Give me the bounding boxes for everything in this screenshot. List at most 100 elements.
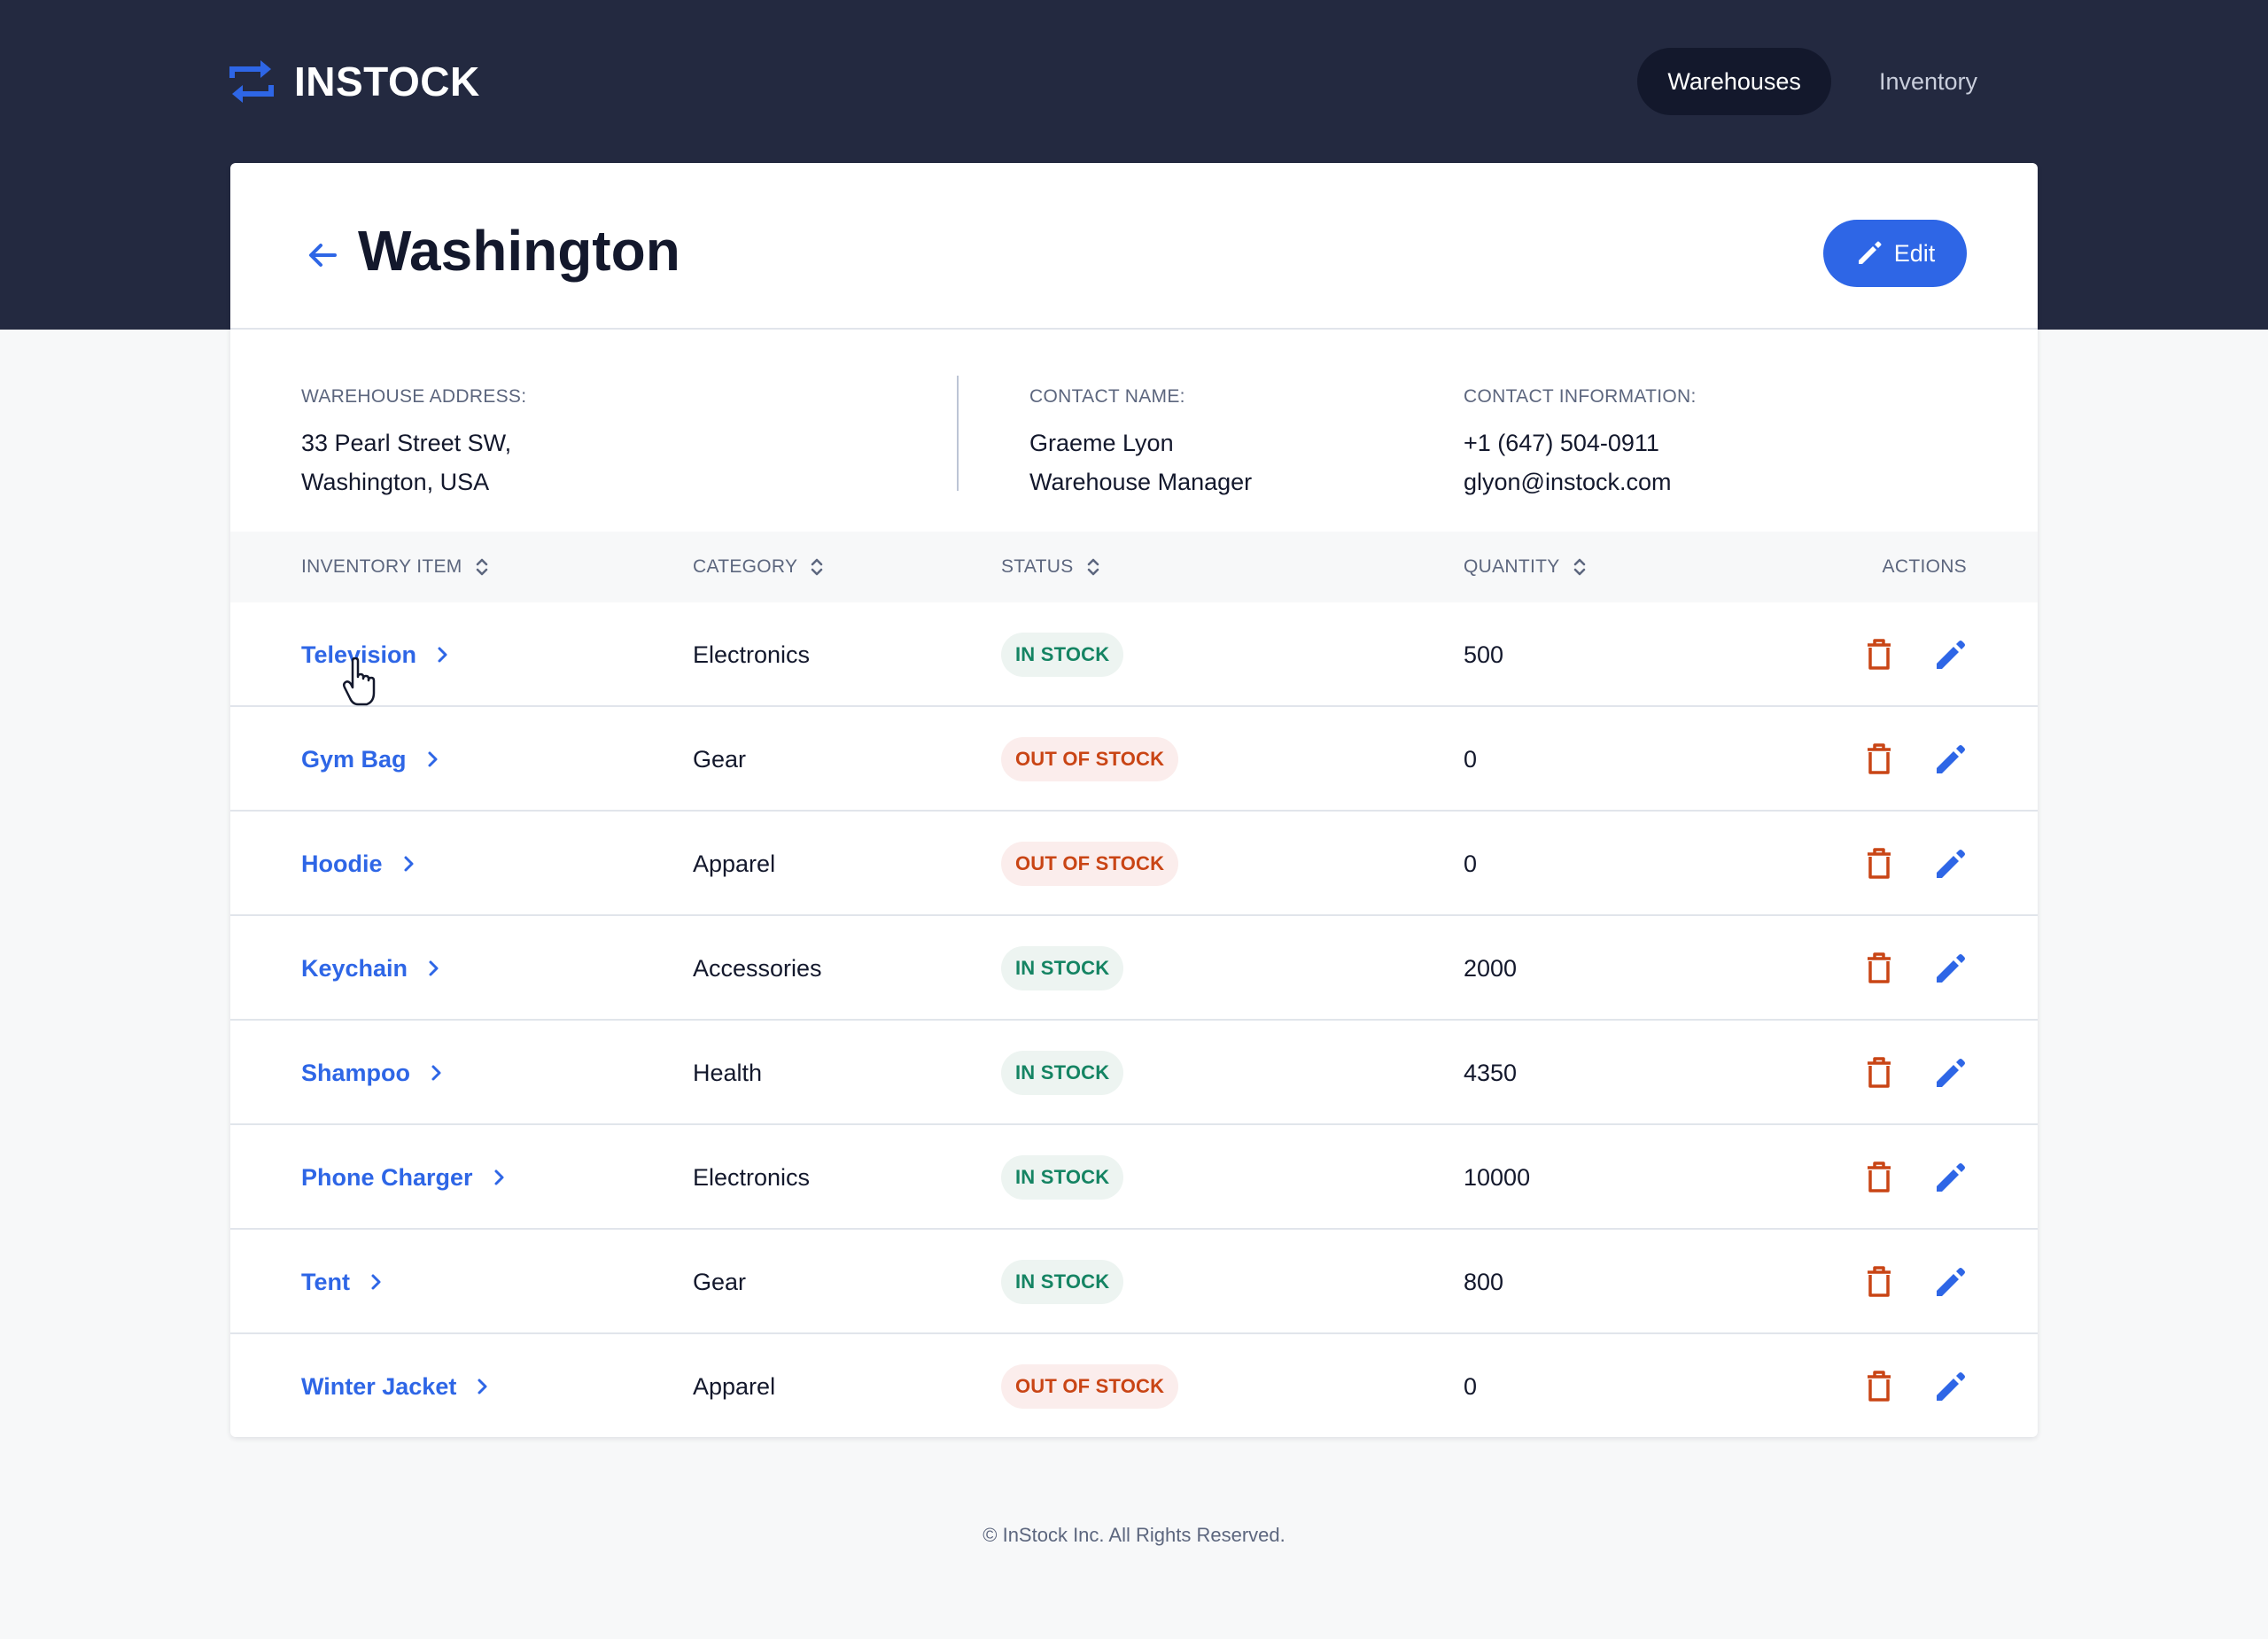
address-line-1: 33 Pearl Street SW, [301, 430, 512, 456]
trash-icon[interactable] [1862, 637, 1896, 672]
pencil-icon[interactable] [1933, 742, 1967, 777]
header-actions-label: ACTIONS [1882, 556, 1967, 577]
chevron-right-icon [428, 751, 438, 767]
inventory-item-name: Phone Charger [301, 1163, 473, 1191]
pencil-icon[interactable] [1933, 1264, 1967, 1300]
logo-text: INSTOCK [294, 58, 480, 105]
row-actions [1862, 602, 1967, 707]
header-inventory-item-label: INVENTORY ITEM [301, 556, 462, 577]
edit-button[interactable]: Edit [1823, 220, 1967, 287]
trash-icon[interactable] [1862, 742, 1896, 777]
inventory-item-link[interactable]: Hoodie [301, 812, 418, 916]
trash-icon[interactable] [1862, 846, 1896, 882]
inventory-item-link[interactable]: Shampoo [301, 1021, 446, 1125]
warehouse-details: WAREHOUSE ADDRESS: 33 Pearl Street SW, W… [230, 330, 2038, 532]
table-row: Hoodie Apparel OUT OF STOCK 0 [230, 812, 2038, 916]
status-badge: IN STOCK [1001, 1155, 1124, 1200]
header-category-label: CATEGORY [693, 556, 798, 577]
contact-name: Graeme Lyon [1029, 430, 1174, 456]
status-cell: OUT OF STOCK [1001, 812, 1179, 916]
contact-position: Warehouse Manager [1029, 469, 1253, 495]
chevron-right-icon [404, 856, 413, 872]
sort-icon [476, 558, 487, 576]
header-actions: ACTIONS [1883, 556, 1967, 578]
quantity-cell: 4350 [1464, 1059, 1518, 1086]
status-cell: IN STOCK [1001, 1021, 1124, 1125]
pencil-icon[interactable] [1933, 846, 1967, 882]
category-cell: Accessories [693, 954, 822, 982]
status-badge: IN STOCK [1001, 633, 1124, 677]
header-status[interactable]: STATUS [1001, 556, 1100, 578]
status-badge: IN STOCK [1001, 1051, 1124, 1095]
pencil-icon [1858, 241, 1882, 264]
status-badge: OUT OF STOCK [1001, 842, 1179, 886]
pencil-icon[interactable] [1933, 951, 1967, 986]
trash-icon[interactable] [1862, 1055, 1896, 1091]
pencil-icon[interactable] [1933, 637, 1967, 672]
inventory-item-name: Hoodie [301, 850, 383, 877]
nav-inventory[interactable]: Inventory [1849, 48, 2008, 115]
main-nav: Warehouses Inventory [1637, 48, 2008, 115]
category-cell: Gear [693, 1268, 747, 1295]
row-actions [1862, 1021, 1967, 1125]
header-inventory-item[interactable]: INVENTORY ITEM [301, 556, 489, 578]
nav-warehouses[interactable]: Warehouses [1637, 48, 1831, 115]
details-divider [957, 376, 959, 491]
status-cell: IN STOCK [1001, 1230, 1124, 1334]
trash-icon[interactable] [1862, 1264, 1896, 1300]
quantity-cell: 0 [1464, 745, 1478, 773]
arrow-left-icon[interactable] [305, 237, 340, 273]
chevron-right-icon [371, 1274, 381, 1290]
status-badge: OUT OF STOCK [1001, 737, 1179, 781]
sort-icon [1087, 558, 1099, 576]
table-row: Gym Bag Gear OUT OF STOCK 0 [230, 707, 2038, 812]
inventory-item-link[interactable]: Phone Charger [301, 1125, 509, 1230]
category-cell: Apparel [693, 1372, 776, 1400]
category-cell: Gear [693, 745, 747, 773]
header-quantity-label: QUANTITY [1464, 556, 1560, 577]
status-cell: IN STOCK [1001, 916, 1124, 1021]
pencil-icon[interactable] [1933, 1160, 1967, 1195]
swap-arrows-icon [229, 60, 274, 103]
contact-info-label: CONTACT INFORMATION: [1464, 386, 1697, 407]
row-actions [1862, 1334, 1967, 1439]
table-row: Winter Jacket Apparel OUT OF STOCK 0 [230, 1334, 2038, 1439]
row-actions [1862, 1230, 1967, 1334]
trash-icon[interactable] [1862, 951, 1896, 986]
trash-icon[interactable] [1862, 1160, 1896, 1195]
inventory-table-body: Television Electronics IN STOCK 500 Gym Bag G… [230, 602, 2038, 1439]
pencil-icon[interactable] [1933, 1369, 1967, 1404]
contact-email: glyon@instock.com [1464, 469, 1672, 495]
inventory-item-link[interactable]: Keychain [301, 916, 443, 1021]
chevron-right-icon [478, 1379, 487, 1394]
hand-cursor-icon [342, 657, 376, 706]
table-row: Television Electronics IN STOCK 500 [230, 602, 2038, 707]
sort-icon [1573, 558, 1585, 576]
page-title: Washington [358, 219, 680, 283]
warehouse-details-card: Washington Edit WAREHOUSE ADDRESS: 33 Pe… [230, 163, 2038, 1437]
inventory-item-name: Winter Jacket [301, 1372, 457, 1400]
quantity-cell: 2000 [1464, 954, 1518, 982]
table-row: Shampoo Health IN STOCK 4350 [230, 1021, 2038, 1125]
contact-name-label: CONTACT NAME: [1029, 386, 1185, 407]
pencil-icon[interactable] [1933, 1055, 1967, 1091]
inventory-item-link[interactable]: Tent [301, 1230, 385, 1334]
header-category[interactable]: CATEGORY [693, 556, 824, 578]
trash-icon[interactable] [1862, 1369, 1896, 1404]
inventory-item-link[interactable]: Gym Bag [301, 707, 442, 812]
quantity-cell: 800 [1464, 1268, 1504, 1295]
logo[interactable]: INSTOCK [229, 55, 480, 108]
table-row: Phone Charger Electronics IN STOCK 10000 [230, 1125, 2038, 1230]
header-quantity[interactable]: QUANTITY [1464, 556, 1587, 578]
table-header: INVENTORY ITEM CATEGORY STATUS QUANTITY … [230, 532, 2038, 602]
address-block: WAREHOUSE ADDRESS: 33 Pearl Street SW, W… [301, 386, 526, 501]
status-badge: OUT OF STOCK [1001, 1364, 1179, 1409]
chevron-right-icon [429, 960, 439, 976]
row-actions [1862, 812, 1967, 916]
status-cell: IN STOCK [1001, 1125, 1124, 1230]
status-badge: IN STOCK [1001, 1260, 1124, 1304]
inventory-item-link[interactable]: Winter Jacket [301, 1334, 492, 1439]
quantity-cell: 10000 [1464, 1163, 1531, 1191]
header-status-label: STATUS [1001, 556, 1074, 577]
footer: © InStock Inc. All Rights Reserved. [983, 1524, 1285, 1546]
